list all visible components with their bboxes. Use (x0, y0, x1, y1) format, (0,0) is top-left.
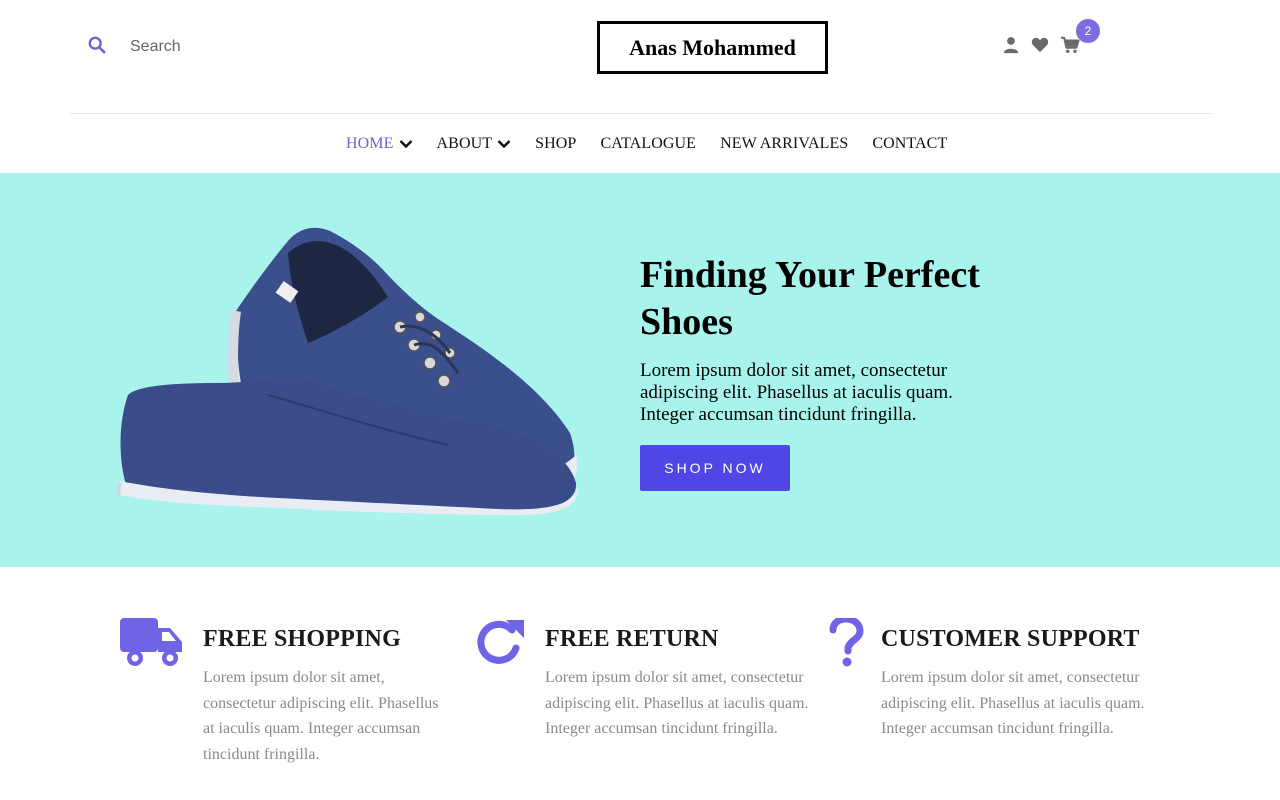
search-bar[interactable] (88, 36, 310, 59)
hero-description: Lorem ipsum dolor sit amet, consectetur … (640, 360, 953, 425)
feature-title: FREE SHOPPING (203, 626, 401, 652)
chevron-down-icon (497, 140, 511, 149)
nav-label: HOME (346, 135, 394, 152)
refresh-icon (477, 620, 524, 664)
blue-canvas-sneakers-image (118, 227, 579, 515)
nav-label: NEW ARRIVALES (720, 135, 849, 152)
nav-item-about[interactable]: ABOUT (437, 135, 512, 153)
question-icon (829, 618, 864, 667)
search-icon[interactable] (88, 36, 106, 59)
shop-now-button[interactable]: SHOP NOW (640, 445, 790, 491)
nav-item-contact[interactable]: CONTACT (872, 135, 947, 153)
nav-item-catalogue[interactable]: CATALOGUE (600, 135, 696, 153)
cart-icon[interactable] (1060, 36, 1080, 54)
feature-text: Lorem ipsum dolor sit amet, consectetur … (545, 669, 809, 737)
nav-item-new-arrivals[interactable]: NEW ARRIVALES (720, 135, 848, 153)
feature-title: FREE RETURN (545, 626, 719, 652)
cart-count-badge: 2 (1076, 19, 1100, 43)
header-divider (70, 113, 1212, 114)
nav-label: CONTACT (872, 135, 948, 152)
nav-item-shop[interactable]: SHOP (535, 135, 576, 153)
feature-title: CUSTOMER SUPPORT (881, 626, 1140, 652)
search-input[interactable] (130, 36, 310, 58)
nav-label: ABOUT (436, 135, 493, 152)
feature-text: Lorem ipsum dolor sit amet, consectetur … (203, 669, 439, 763)
chevron-down-icon (399, 140, 412, 149)
nav-label: SHOP (535, 135, 577, 152)
nav-label: CATALOGUE (600, 135, 697, 152)
nav-item-home[interactable]: HOME (346, 135, 413, 153)
user-icon[interactable] (1002, 36, 1020, 54)
heart-icon[interactable] (1031, 36, 1049, 54)
main-nav: HOME ABOUT SHOP CATALOGUE NEW ARRIVALES … (346, 133, 947, 155)
hero-title: Finding Your Perfect Shoes (640, 254, 980, 343)
hero-banner: Finding Your Perfect Shoes Lorem ipsum d… (0, 173, 1280, 567)
truck-icon (120, 618, 182, 666)
site-logo[interactable]: Anas Mohammed (597, 21, 828, 74)
feature-text: Lorem ipsum dolor sit amet, consectetur … (881, 669, 1145, 737)
